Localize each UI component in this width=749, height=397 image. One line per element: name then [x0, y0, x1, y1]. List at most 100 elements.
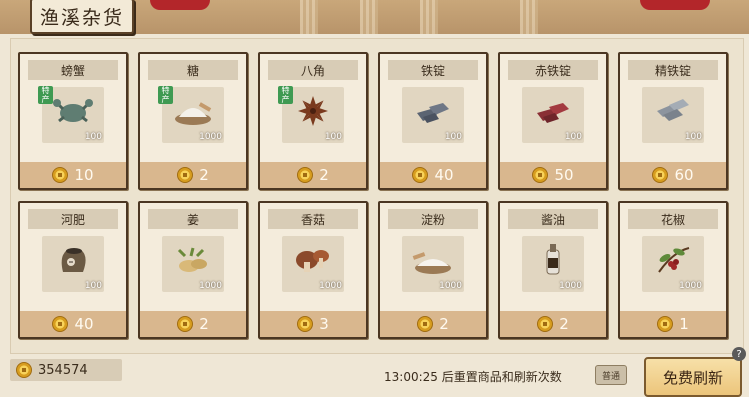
shop-item-card[interactable]: 淀粉 1000 2	[378, 201, 488, 339]
soy-sauce-icon	[529, 242, 577, 278]
shop-item-card[interactable]: 八角 特产 100 2	[258, 52, 368, 190]
price-bar: 40	[380, 162, 486, 188]
price-bar: 2	[140, 311, 246, 337]
shop-item-card[interactable]: 花椒 1000 1	[618, 201, 728, 339]
coin-balance: 354574	[10, 359, 122, 381]
price-bar: 60	[620, 162, 726, 188]
item-name: 河肥	[28, 209, 118, 229]
shop-item-card[interactable]: 糖特产 1000 2	[138, 52, 248, 190]
coin-icon	[16, 362, 32, 378]
item-name: 酱油	[508, 209, 598, 229]
rope-decoration	[420, 0, 438, 34]
item-quantity: 1000	[319, 281, 342, 291]
coin-balance-value: 354574	[38, 362, 88, 378]
item-name: 精铁锭	[628, 60, 718, 80]
coin-icon	[297, 167, 314, 183]
item-name: 赤铁锭	[508, 60, 598, 80]
shop-item-card[interactable]: 铁锭 100 40	[378, 52, 488, 190]
crab-icon	[49, 93, 97, 129]
specialty-tag: 特产	[158, 86, 173, 104]
fertilizer-icon	[49, 242, 97, 278]
item-name: 铁锭	[388, 60, 478, 80]
shop-item-card[interactable]: 螃蟹特产 100 10	[18, 52, 128, 190]
item-price: 2	[559, 315, 569, 333]
price-bar: 10	[20, 162, 126, 188]
free-refresh-button[interactable]: 免费刷新	[644, 357, 742, 397]
coin-icon	[652, 167, 669, 183]
refined-iron-ingot-icon	[649, 93, 697, 129]
coin-icon	[412, 167, 429, 183]
coin-icon	[537, 316, 554, 332]
shop-title: 渔溪杂货	[30, 0, 134, 34]
item-quantity: 100	[84, 281, 102, 291]
item-price: 40	[74, 315, 94, 333]
item-price: 1	[679, 315, 689, 333]
shop-item-card[interactable]: 河肥 100 40	[18, 201, 128, 339]
item-quantity: 1000	[199, 132, 222, 142]
item-price: 50	[554, 166, 574, 184]
item-quantity: 1000	[559, 281, 582, 291]
item-grid: 螃蟹 特产 100 10 糖特产 1000 2 八角 特产 100 2 铁锭 100 40 赤铁锭 100 50…	[18, 52, 728, 339]
red-ribbon	[150, 0, 210, 10]
item-price: 2	[319, 166, 329, 184]
item-price: 40	[434, 166, 454, 184]
refresh-timer-text: 13:00:25 后重置商品和刷新次数	[384, 370, 562, 384]
item-quantity: 1000	[679, 281, 702, 291]
price-bar: 3	[260, 311, 366, 337]
item-price: 3	[319, 315, 329, 333]
item-price: 2	[439, 315, 449, 333]
star-anise-icon	[289, 93, 337, 129]
item-price: 60	[674, 166, 694, 184]
price-bar: 40	[20, 311, 126, 337]
coin-icon	[297, 316, 314, 332]
sugar-icon	[169, 93, 217, 129]
mushroom-icon	[289, 242, 337, 278]
iron-ingot-icon	[409, 93, 457, 129]
item-name: 糖	[148, 60, 238, 80]
refresh-mode-badge[interactable]: 普通	[595, 365, 627, 385]
item-quantity: 100	[684, 132, 702, 142]
coin-icon	[417, 316, 434, 332]
red-ribbon	[640, 0, 710, 10]
item-quantity: 100	[564, 132, 582, 142]
item-price: 2	[199, 166, 209, 184]
item-quantity: 100	[84, 132, 102, 142]
ginger-icon	[169, 242, 217, 278]
price-bar: 2	[140, 162, 246, 188]
item-price: 2	[199, 315, 209, 333]
coin-icon	[52, 167, 69, 183]
coin-icon	[177, 316, 194, 332]
rope-decoration	[300, 0, 318, 34]
item-quantity: 100	[324, 132, 342, 142]
shop-item-card[interactable]: 姜 1000 2	[138, 201, 248, 339]
item-price: 10	[74, 166, 94, 184]
coin-icon	[177, 167, 194, 183]
price-bar: 50	[500, 162, 606, 188]
item-quantity: 1000	[199, 281, 222, 291]
item-name: 螃蟹	[28, 60, 118, 80]
price-bar: 2	[500, 311, 606, 337]
coin-icon	[532, 167, 549, 183]
shop-item-card[interactable]: 精铁锭 100 60	[618, 52, 728, 190]
specialty-tag: 特产	[38, 86, 53, 104]
shop-title-text: 渔溪杂货	[39, 6, 124, 29]
price-bar: 1	[620, 311, 726, 337]
shop-item-card[interactable]: 香菇 1000 3	[258, 201, 368, 339]
rope-decoration	[360, 0, 378, 34]
item-name: 淀粉	[388, 209, 478, 229]
item-name: 花椒	[628, 209, 718, 229]
item-quantity: 100	[444, 132, 462, 142]
item-quantity: 1000	[439, 281, 462, 291]
item-name: 香菇	[268, 209, 358, 229]
red-iron-ingot-icon	[529, 93, 577, 129]
price-bar: 2	[380, 311, 486, 337]
price-bar: 2	[260, 162, 366, 188]
coin-icon	[657, 316, 674, 332]
item-name: 姜	[148, 209, 238, 229]
pepper-icon	[649, 242, 697, 278]
specialty-tag: 特产	[278, 86, 293, 104]
starch-icon	[409, 242, 457, 278]
shop-item-card[interactable]: 酱油 1000 2	[498, 201, 608, 339]
help-icon[interactable]: ?	[732, 347, 746, 361]
shop-item-card[interactable]: 赤铁锭 100 50	[498, 52, 608, 190]
